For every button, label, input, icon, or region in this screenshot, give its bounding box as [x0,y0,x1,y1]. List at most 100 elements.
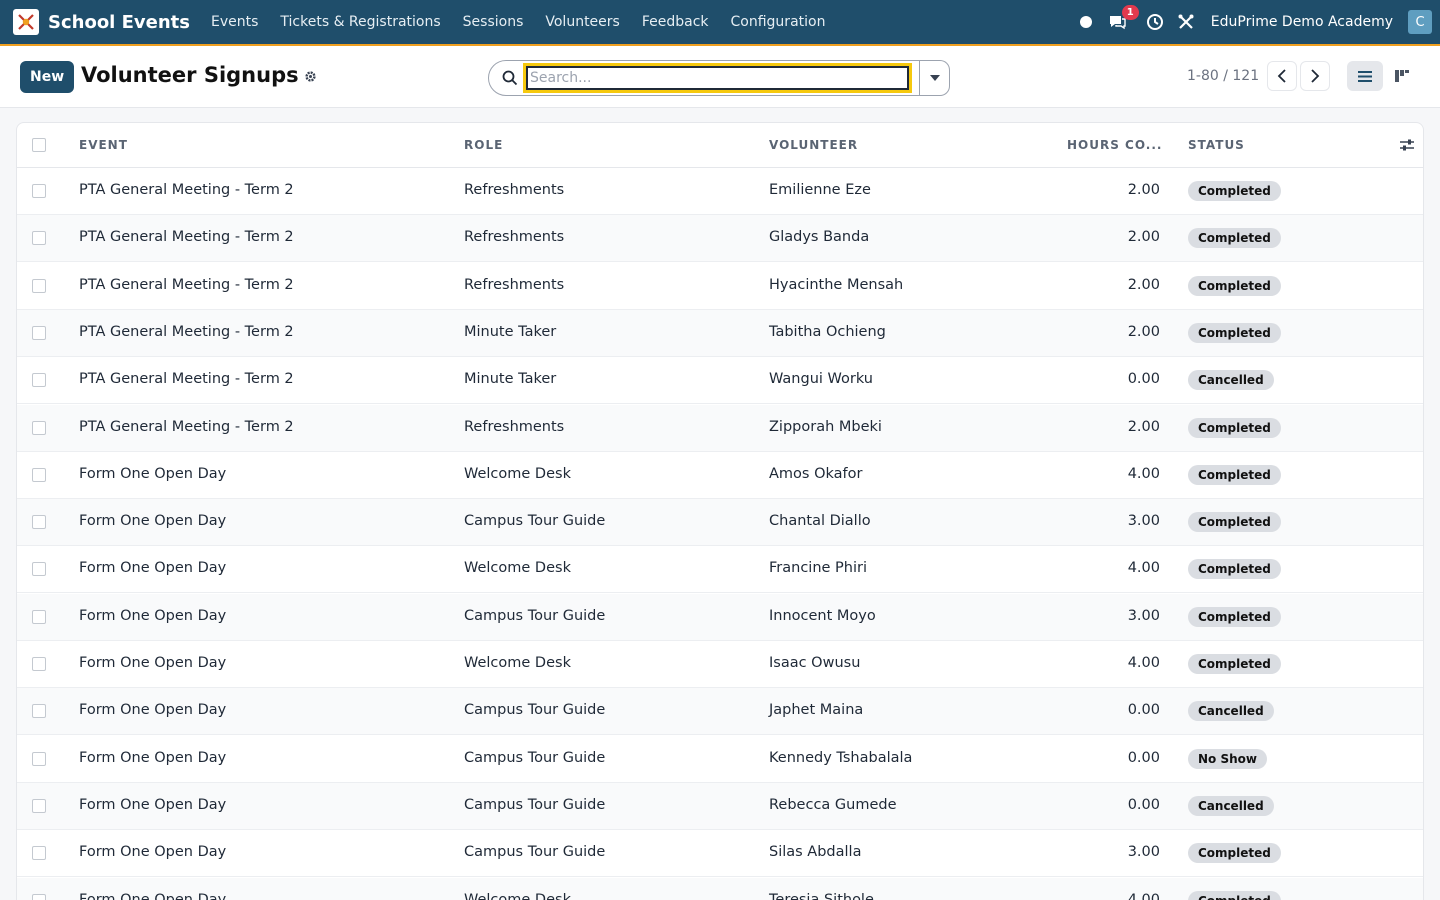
cell-role: Campus Tour Guide [464,844,606,861]
cell-hours-completed: 0.00 [1127,371,1160,388]
pager-previous-button[interactable] [1267,61,1297,91]
table-row[interactable]: Form One Open Day Campus Tour Guide Kenned… [17,735,1423,783]
list-view-button[interactable] [1347,61,1383,91]
row-select-checkbox[interactable] [32,231,46,246]
status-badge: Cancelled [1188,370,1274,391]
row-select-checkbox[interactable] [32,373,46,388]
table-row[interactable]: Form One Open Day Welcome Desk Amos Okafor… [17,451,1423,499]
column-header-volunteer[interactable]: VOLUNTEER [769,138,858,152]
table-row[interactable]: Form One Open Day Campus Tour Guide Japhet… [17,688,1423,736]
table-row[interactable]: PTA General Meeting - Term 2 Refreshments… [17,262,1423,310]
table-row[interactable]: Form One Open Day Welcome Desk Isaac Owusu… [17,641,1423,688]
list-view-icon [1358,70,1372,82]
kanban-view-icon [1395,70,1409,82]
caret-down-icon [929,75,940,81]
messages-badge: 1 [1121,5,1139,20]
table-row[interactable]: Form One Open Day Welcome Desk Teresia Sit… [17,877,1423,900]
column-header-role[interactable]: ROLE [464,138,503,152]
row-select-checkbox[interactable] [32,278,46,293]
cell-role: Refreshments [464,276,565,293]
cell-hours-completed: 4.00 [1127,465,1160,482]
table-row[interactable]: PTA General Meeting - Term 2 Refreshments… [17,168,1423,215]
cell-role: Welcome Desk [464,655,571,671]
status-badge: Completed [1188,417,1281,438]
pager-next-button[interactable] [1300,61,1330,91]
cell-hours-completed: 3.00 [1127,844,1160,861]
row-select-checkbox[interactable] [32,798,46,813]
cell-event: Form One Open Day [79,655,227,671]
row-select-checkbox[interactable] [32,325,46,340]
search-options-toggle[interactable] [920,60,950,96]
row-select-checkbox[interactable] [32,515,46,530]
cell-role: Minute Taker [464,323,557,340]
column-header-event[interactable]: EVENT [79,138,128,152]
status-dot-icon[interactable] [1075,11,1097,33]
menu-volunteers[interactable]: Volunteers [534,14,630,30]
new-button[interactable]: New [20,61,75,93]
row-select-checkbox[interactable] [32,893,46,900]
search-input[interactable] [523,63,912,93]
user-avatar[interactable]: C [1408,10,1432,34]
menu-configuration[interactable]: Configuration [720,14,837,30]
gear-icon[interactable] [304,70,317,87]
cell-volunteer: Rebecca Gumede [769,796,897,813]
status-badge: Completed [1188,322,1281,343]
debug-tools-icon[interactable] [1175,11,1197,33]
chat-icon[interactable]: 1 [1106,5,1139,33]
menu-events[interactable]: Events [200,14,269,30]
table-row[interactable]: Form One Open Day Campus Tour Guide Rebecc… [17,782,1423,830]
cell-role: Refreshments [464,418,565,435]
table-row[interactable]: Form One Open Day Welcome Desk Francine Ph… [17,546,1423,594]
row-select-checkbox[interactable] [32,751,46,766]
cell-event: Form One Open Day [79,607,227,624]
cell-hours-completed: 2.00 [1127,276,1160,293]
status-badge: Completed [1188,464,1281,485]
table-row[interactable]: Form One Open Day Campus Tour Guide Chanta… [17,499,1423,547]
optional-columns-icon[interactable] [1399,137,1415,157]
cell-event: Form One Open Day [79,465,227,482]
cell-hours-completed: 4.00 [1127,655,1160,671]
row-select-checkbox[interactable] [32,467,46,482]
app-name[interactable]: School Events [48,12,190,33]
row-select-checkbox[interactable] [32,562,46,577]
table-row[interactable]: PTA General Meeting - Term 2 Refreshments… [17,404,1423,452]
cell-hours-completed: 0.00 [1127,796,1160,813]
chevron-left-icon [1277,69,1286,83]
row-select-checkbox[interactable] [32,420,46,435]
table-row[interactable]: PTA General Meeting - Term 2 Minute Taker… [17,309,1423,357]
cell-event: Form One Open Day [79,749,227,766]
row-select-checkbox[interactable] [32,846,46,861]
status-badge: Completed [1188,228,1281,249]
row-select-checkbox[interactable] [32,609,46,624]
status-badge: Completed [1188,559,1281,580]
column-header-hours-completed[interactable]: HOURS CO... [1067,138,1162,152]
column-header-status[interactable]: STATUS [1188,138,1245,152]
cell-event: Form One Open Day [79,560,227,577]
kanban-view-button[interactable] [1384,61,1420,91]
table-row[interactable]: PTA General Meeting - Term 2 Minute Taker… [17,357,1423,405]
company-switcher[interactable]: EduPrime Demo Academy [1211,14,1393,30]
row-select-checkbox[interactable] [32,704,46,719]
pager-value[interactable]: 1-80 / 121 [1187,68,1259,84]
select-all-checkbox[interactable] [32,138,46,152]
cell-event: Form One Open Day [79,796,227,813]
menu-sessions[interactable]: Sessions [452,14,535,30]
menu-tickets-registrations[interactable]: Tickets & Registrations [269,14,451,30]
activity-clock-icon[interactable] [1144,11,1166,33]
row-select-checkbox[interactable] [32,184,46,198]
app-logo-icon[interactable] [13,9,39,35]
cell-role: Campus Tour Guide [464,749,606,766]
cell-hours-completed: 3.00 [1127,513,1160,530]
table-row[interactable]: Form One Open Day Campus Tour Guide Innoce… [17,593,1423,641]
status-badge: Completed [1188,275,1281,296]
table-header: EVENT ROLE VOLUNTEER HOURS CO... STATUS [17,123,1423,168]
table-row[interactable]: PTA General Meeting - Term 2 Refreshments… [17,215,1423,263]
cell-volunteer: Japhet Maina [769,702,864,719]
table-row[interactable]: Form One Open Day Campus Tour Guide Silas … [17,830,1423,878]
cell-volunteer: Francine Phiri [769,560,867,577]
menu-feedback[interactable]: Feedback [631,14,720,30]
status-badge: Completed [1188,606,1281,627]
cell-volunteer: Zipporah Mbeki [769,418,882,435]
row-select-checkbox[interactable] [32,657,46,671]
cell-event: Form One Open Day [79,513,227,530]
